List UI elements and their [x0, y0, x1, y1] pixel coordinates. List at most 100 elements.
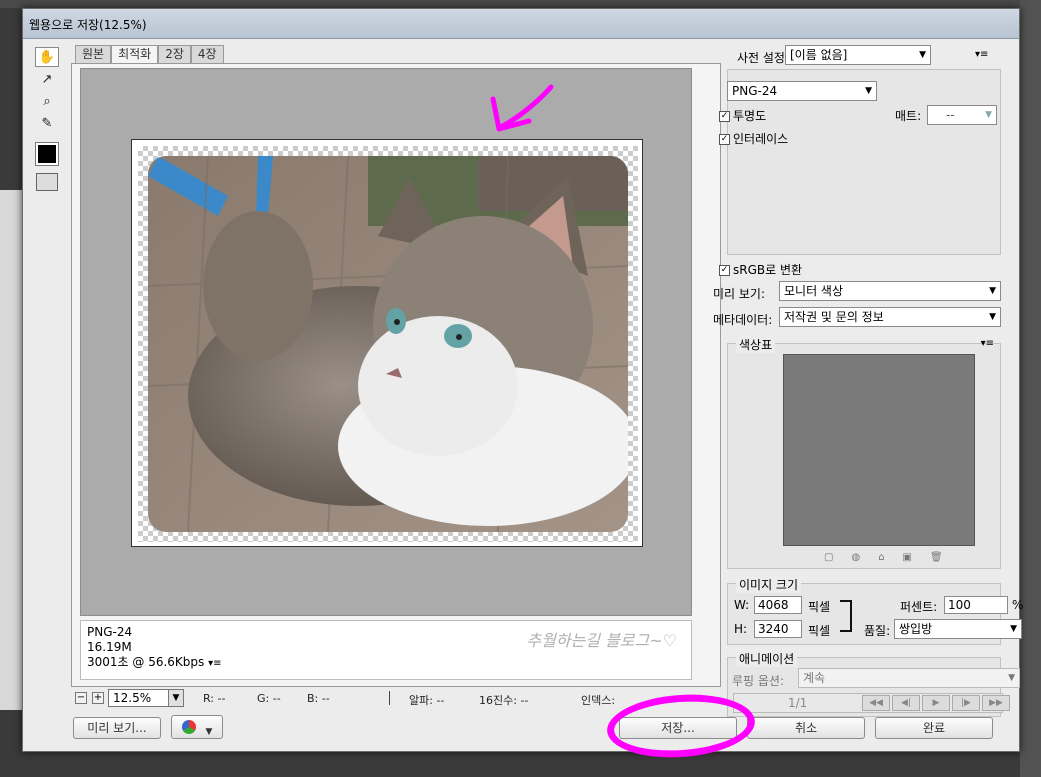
loop-value: 계속 — [803, 671, 826, 685]
preview-mode-value: 모니터 색상 — [784, 284, 844, 298]
new-color-icon[interactable]: ▣ — [903, 552, 912, 563]
chevron-down-icon: ▼ — [989, 312, 996, 322]
preview-mode-select[interactable]: 모니터 색상 ▼ — [779, 281, 1001, 301]
tab-optimized[interactable]: 최적화 — [111, 45, 159, 63]
tab-4-up[interactable]: 4장 — [190, 45, 224, 63]
quality-value: 쌍입방 — [899, 622, 933, 636]
loop-label: 루핑 옵션: — [732, 674, 785, 688]
save-for-web-dialog: 웹용으로 저장(12.5%) ✋ ↗ ⌕ ✎ 원본 최적화 2장 4장 PNG-… — [22, 8, 1023, 763]
background-app-left-panel — [0, 190, 22, 710]
height-unit: 픽셀 — [808, 624, 831, 638]
eyedropper-color-swatch[interactable] — [35, 142, 59, 166]
tab-2-up[interactable]: 2장 — [158, 45, 191, 63]
transparency-label: 투명도 — [733, 109, 767, 123]
preview-in-browser-button[interactable]: 미리 보기... — [73, 717, 161, 739]
color-table-panel: 색상표 ▾≡ ▢ ◍ ⌂ ▣ 🗑 — [727, 336, 1001, 569]
readout-r: R: -- — [203, 692, 226, 705]
preset-menu-icon[interactable]: ▾≡ — [975, 49, 988, 60]
web-snap-icon[interactable]: ▢ — [824, 552, 833, 563]
annotation-arrow — [490, 84, 554, 132]
eyedropper-tool-icon[interactable]: ✎ — [35, 113, 59, 133]
readout-b: B: -- — [307, 692, 330, 705]
cat-photo — [148, 156, 628, 532]
zoom-tool-icon[interactable]: ⌕ — [35, 91, 59, 111]
chevron-down-icon: ▼ — [1010, 624, 1017, 634]
color-table-menu-icon[interactable]: ▾≡ — [981, 338, 994, 349]
status-bar: − + 12.5% ▼ R: -- G: -- B: -- 알파: -- 16진… — [71, 687, 721, 709]
color-table-actions: ▢ ◍ ⌂ ▣ 🗑 — [824, 552, 943, 563]
settings-panel: 사전 설정: [이름 없음] ▼ ▾≡ PNG-24 ▼ ✓ 투명도 매트: -- ▼ … — [707, 45, 1023, 745]
quality-select[interactable]: 쌍입방 ▼ — [894, 619, 1022, 639]
zoom-level-select[interactable]: 12.5% ▼ — [108, 689, 184, 707]
readout-alpha: 알파: -- — [409, 694, 445, 707]
slice-select-tool-icon[interactable]: ↗ — [35, 69, 59, 89]
chevron-down-icon: ▼ — [1008, 673, 1015, 683]
preset-select[interactable]: [이름 없음] ▼ — [785, 45, 931, 65]
animation-frame-controls: 1/1 ◀◀ ◀| ▶ |▶ ▶▶ — [733, 693, 1010, 713]
matte-label: 매트: — [895, 109, 922, 123]
matte-select[interactable]: -- ▼ — [927, 105, 997, 125]
srgb-label: sRGB로 변환 — [733, 263, 803, 277]
image-size-panel: 이미지 크기 W: 4068 픽셀 H: 3240 픽셀 퍼센트: 100 % … — [727, 576, 1023, 645]
chevron-down-icon: ▼ — [865, 86, 872, 96]
image-size-title: 이미지 크기 — [736, 576, 802, 593]
interlace-checkbox[interactable]: ✓ — [719, 134, 730, 145]
previous-frame-icon[interactable]: ◀| — [892, 695, 920, 711]
width-input[interactable]: 4068 — [754, 596, 802, 614]
chevron-down-icon: ▼ — [989, 286, 996, 296]
transparency-checkerboard — [138, 146, 638, 542]
download-speed-menu-icon[interactable]: ▾≡ — [208, 658, 221, 669]
zoom-level-value: 12.5% — [113, 691, 152, 705]
color-table-title: 색상표 — [736, 336, 776, 353]
next-frame-icon[interactable]: |▶ — [952, 695, 980, 711]
readout-g: G: -- — [257, 692, 281, 705]
title-bar: 웹용으로 저장(12.5%) — [23, 9, 1019, 39]
first-frame-icon[interactable]: ◀◀ — [862, 695, 890, 711]
chevron-down-icon: ▼ — [205, 727, 213, 737]
chevron-down-icon: ▼ — [168, 690, 183, 706]
play-icon[interactable]: ▶ — [922, 695, 950, 711]
preview-mode-label: 미리 보기: — [713, 287, 766, 301]
toggle-slices-button[interactable] — [36, 173, 58, 191]
preset-value: [이름 없음] — [790, 48, 848, 62]
hand-tool-icon[interactable]: ✋ — [35, 47, 59, 67]
metadata-select[interactable]: 저작권 및 문의 정보 ▼ — [779, 307, 1001, 327]
optimization-info: PNG-24 16.19M 3001초 @ 56.6Kbps ▾≡ 추월하는길 … — [80, 620, 692, 680]
chevron-down-icon: ▼ — [985, 110, 992, 120]
readout-index: 인덱스: — [581, 694, 616, 707]
preset-label: 사전 설정: — [737, 51, 790, 65]
chevron-down-icon: ▼ — [919, 50, 926, 60]
web-safe-icon[interactable]: ◍ — [851, 552, 860, 563]
metadata-value: 저작권 및 문의 정보 — [784, 310, 884, 324]
background-app-top — [0, 0, 1041, 8]
width-unit: 픽셀 — [808, 600, 831, 614]
transparency-checkbox[interactable]: ✓ — [719, 111, 730, 122]
width-label: W: — [734, 598, 750, 612]
zoom-out-button[interactable]: − — [75, 692, 87, 704]
color-table-swatches[interactable] — [783, 354, 975, 546]
height-input[interactable]: 3240 — [754, 620, 802, 638]
metadata-label: 메타데이터: — [713, 313, 773, 327]
toolbox: ✋ ↗ ⌕ ✎ — [35, 45, 65, 205]
interlace-label: 인터레이스 — [733, 132, 789, 146]
browser-icon — [181, 720, 196, 734]
image-frame — [131, 139, 643, 547]
readout-divider — [389, 691, 390, 705]
percent-sign: % — [1012, 598, 1024, 612]
last-frame-icon[interactable]: ▶▶ — [982, 695, 1010, 711]
browser-select-button[interactable]: ▼ — [171, 715, 223, 739]
preview-canvas[interactable] — [80, 68, 692, 616]
srgb-checkbox[interactable]: ✓ — [719, 265, 730, 276]
preview-pane: PNG-24 16.19M 3001초 @ 56.6Kbps ▾≡ 추월하는길 … — [71, 63, 721, 687]
zoom-in-button[interactable]: + — [92, 692, 104, 704]
format-select[interactable]: PNG-24 ▼ — [727, 81, 877, 101]
tab-original[interactable]: 원본 — [75, 45, 112, 63]
view-tabs: 원본 최적화 2장 4장 — [75, 45, 224, 63]
percent-label: 퍼센트: — [900, 600, 938, 614]
loop-select[interactable]: 계속 ▼ — [798, 668, 1020, 688]
delete-color-icon[interactable]: 🗑 — [930, 552, 943, 563]
lock-color-icon[interactable]: ⌂ — [878, 552, 884, 563]
percent-input[interactable]: 100 — [944, 596, 1008, 614]
constrain-proportions-link-icon[interactable] — [840, 600, 852, 632]
matte-value: -- — [946, 108, 955, 122]
